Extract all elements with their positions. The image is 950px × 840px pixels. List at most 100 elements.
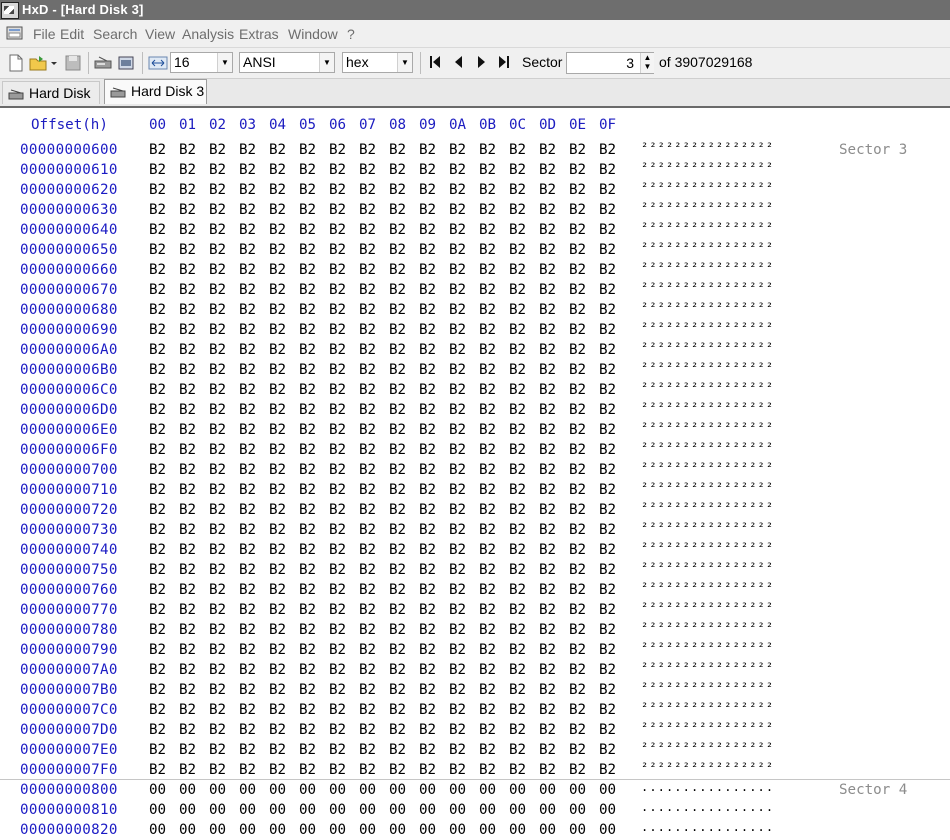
hex-byte[interactable]: B2 [239, 680, 256, 700]
bytes-per-row-select[interactable]: 16 ▼ [170, 52, 233, 73]
hex-byte[interactable]: B2 [209, 580, 226, 600]
hex-byte[interactable]: B2 [449, 480, 466, 500]
hex-byte[interactable]: B2 [389, 720, 406, 740]
hex-byte[interactable]: B2 [359, 580, 376, 600]
hex-byte[interactable]: B2 [569, 660, 586, 680]
hex-byte[interactable]: B2 [479, 280, 496, 300]
hex-byte[interactable]: B2 [419, 660, 436, 680]
hex-byte[interactable]: B2 [269, 280, 286, 300]
hex-byte[interactable]: B2 [599, 520, 616, 540]
hex-byte[interactable]: B2 [599, 340, 616, 360]
hex-byte[interactable]: B2 [269, 300, 286, 320]
hex-byte[interactable]: B2 [269, 760, 286, 780]
hex-byte[interactable]: B2 [449, 520, 466, 540]
hex-byte[interactable]: 00 [449, 800, 466, 820]
hex-byte[interactable]: B2 [209, 480, 226, 500]
hex-byte[interactable]: 00 [569, 820, 586, 840]
hex-byte[interactable]: B2 [449, 700, 466, 720]
hex-byte[interactable]: B2 [479, 140, 496, 160]
hex-byte[interactable]: B2 [389, 440, 406, 460]
hex-byte[interactable]: 00 [479, 800, 496, 820]
hex-byte[interactable]: B2 [509, 320, 526, 340]
hex-byte[interactable]: B2 [569, 160, 586, 180]
hex-byte[interactable]: 00 [149, 800, 166, 820]
hex-byte[interactable]: 00 [239, 780, 256, 800]
hex-byte[interactable]: B2 [389, 380, 406, 400]
hex-byte[interactable]: B2 [209, 300, 226, 320]
hex-byte[interactable]: B2 [569, 460, 586, 480]
hex-byte[interactable]: B2 [569, 740, 586, 760]
hex-byte[interactable]: B2 [389, 700, 406, 720]
hex-byte[interactable]: B2 [479, 240, 496, 260]
hex-byte[interactable]: B2 [569, 540, 586, 560]
hex-byte[interactable]: B2 [539, 500, 556, 520]
hex-editor-view[interactable]: Offset(h) 00 01 02 03 04 05 06 07 08 09 0A 0B 0C 0D 0E… [0, 108, 950, 838]
hex-byte[interactable]: B2 [269, 580, 286, 600]
hex-byte[interactable]: B2 [299, 180, 316, 200]
hex-byte[interactable]: B2 [149, 620, 166, 640]
hex-byte[interactable]: B2 [239, 640, 256, 660]
hex-byte[interactable]: B2 [449, 400, 466, 420]
hex-byte[interactable]: 00 [509, 820, 526, 840]
hex-byte[interactable]: B2 [449, 600, 466, 620]
hex-byte[interactable]: 00 [179, 780, 196, 800]
hex-byte[interactable]: B2 [569, 220, 586, 240]
hex-byte[interactable]: B2 [329, 600, 346, 620]
hex-byte[interactable]: B2 [419, 520, 436, 540]
hex-byte[interactable]: B2 [299, 460, 316, 480]
hex-byte[interactable]: B2 [449, 440, 466, 460]
hex-byte[interactable]: B2 [269, 560, 286, 580]
hex-byte[interactable]: B2 [389, 560, 406, 580]
hex-byte[interactable]: B2 [269, 160, 286, 180]
hex-byte[interactable]: B2 [209, 660, 226, 680]
hex-byte[interactable]: 00 [299, 800, 316, 820]
offset-base-select[interactable]: hex ▼ [342, 52, 413, 73]
hex-byte[interactable]: B2 [359, 320, 376, 340]
hex-byte[interactable]: B2 [569, 760, 586, 780]
hex-byte[interactable]: B2 [599, 360, 616, 380]
menu-edit[interactable]: Edit [60, 26, 84, 42]
hex-byte[interactable]: 00 [509, 800, 526, 820]
hex-byte[interactable]: B2 [539, 180, 556, 200]
hex-byte[interactable]: B2 [569, 480, 586, 500]
hex-byte[interactable]: 00 [539, 820, 556, 840]
hex-byte[interactable]: B2 [239, 320, 256, 340]
hex-byte[interactable]: B2 [179, 560, 196, 580]
hex-byte[interactable]: B2 [539, 600, 556, 620]
save-icon[interactable] [63, 53, 83, 73]
hex-byte[interactable]: B2 [569, 440, 586, 460]
hex-byte[interactable]: B2 [569, 380, 586, 400]
hex-byte[interactable]: B2 [419, 560, 436, 580]
hex-byte[interactable]: B2 [179, 680, 196, 700]
hex-byte[interactable]: B2 [179, 420, 196, 440]
hex-byte[interactable]: B2 [359, 620, 376, 640]
hex-byte[interactable]: B2 [479, 580, 496, 600]
hex-byte[interactable]: B2 [479, 620, 496, 640]
hex-byte[interactable]: B2 [509, 260, 526, 280]
hex-byte[interactable]: B2 [209, 360, 226, 380]
decoded-text[interactable]: ²²²²²²²²²²²²²²²² [641, 197, 774, 217]
hex-byte[interactable]: B2 [239, 140, 256, 160]
hex-byte[interactable]: B2 [269, 180, 286, 200]
hex-byte[interactable]: B2 [299, 300, 316, 320]
hex-byte[interactable]: B2 [269, 640, 286, 660]
hex-byte[interactable]: B2 [419, 760, 436, 780]
hex-byte[interactable]: B2 [299, 400, 316, 420]
hex-byte[interactable]: B2 [419, 620, 436, 640]
hex-byte[interactable]: B2 [299, 520, 316, 540]
hex-byte[interactable]: B2 [569, 680, 586, 700]
hex-byte[interactable]: B2 [329, 140, 346, 160]
hex-byte[interactable]: 00 [179, 820, 196, 840]
hex-byte[interactable]: B2 [179, 660, 196, 680]
decoded-text[interactable]: ²²²²²²²²²²²²²²²² [641, 557, 774, 577]
hex-byte[interactable]: B2 [239, 560, 256, 580]
hex-byte[interactable]: B2 [209, 600, 226, 620]
hex-byte[interactable]: B2 [479, 400, 496, 420]
hex-byte[interactable]: B2 [449, 580, 466, 600]
hex-byte[interactable]: B2 [269, 600, 286, 620]
hex-byte[interactable]: B2 [569, 200, 586, 220]
hex-byte[interactable]: B2 [569, 240, 586, 260]
hex-byte[interactable]: B2 [479, 360, 496, 380]
hex-byte[interactable]: B2 [329, 340, 346, 360]
hex-byte[interactable]: B2 [149, 220, 166, 240]
